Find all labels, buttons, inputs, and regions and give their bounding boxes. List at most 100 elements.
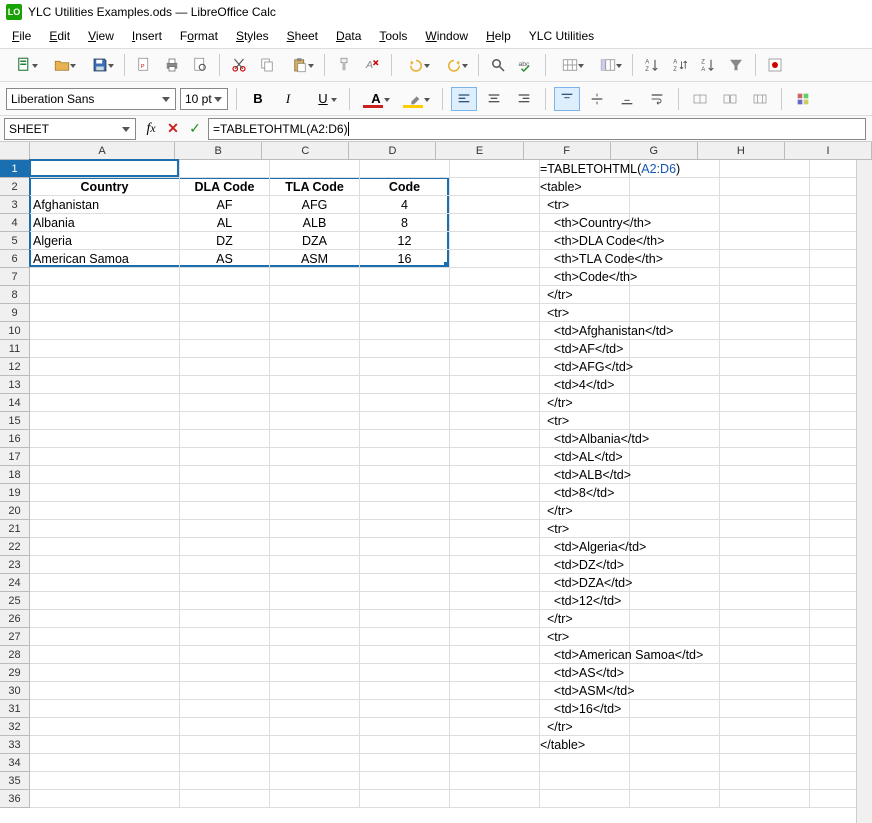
split-button[interactable] bbox=[747, 87, 773, 111]
highlight-button[interactable] bbox=[398, 87, 434, 111]
data-cell[interactable]: 8 bbox=[360, 214, 450, 232]
row-header-8[interactable]: 8 bbox=[0, 286, 30, 304]
menu-ylc-utilities[interactable]: YLC Utilities bbox=[521, 26, 602, 46]
row-header-1[interactable]: 1 bbox=[0, 160, 30, 178]
accept-button[interactable]: ✓ bbox=[184, 118, 206, 140]
cells-area[interactable]: CountryDLA CodeTLA CodeCode Afghanistan AF… bbox=[30, 160, 872, 823]
data-cell[interactable]: ASM bbox=[270, 250, 360, 268]
col-header-A[interactable]: A bbox=[30, 142, 175, 160]
data-cell[interactable]: DZA bbox=[270, 232, 360, 250]
row-button[interactable] bbox=[552, 52, 588, 78]
row-header-7[interactable]: 7 bbox=[0, 268, 30, 286]
styles-button[interactable] bbox=[790, 87, 816, 111]
font-name-select[interactable]: Liberation Sans bbox=[6, 88, 176, 110]
row-header-16[interactable]: 16 bbox=[0, 430, 30, 448]
menu-format[interactable]: Format bbox=[172, 26, 226, 46]
autofilter-button[interactable] bbox=[723, 52, 749, 78]
vertical-scrollbar[interactable] bbox=[856, 160, 872, 823]
export-pdf-button[interactable]: P bbox=[131, 52, 157, 78]
font-size-select[interactable]: 10 pt bbox=[180, 88, 228, 110]
header-cell[interactable]: TLA Code bbox=[270, 178, 360, 196]
bold-button[interactable]: B bbox=[245, 87, 271, 111]
header-cell[interactable]: Country bbox=[30, 178, 180, 196]
name-box[interactable]: SHEET bbox=[4, 118, 136, 140]
row-header-13[interactable]: 13 bbox=[0, 376, 30, 394]
row-header-17[interactable]: 17 bbox=[0, 448, 30, 466]
row-header-26[interactable]: 26 bbox=[0, 610, 30, 628]
data-cell[interactable]: AS bbox=[180, 250, 270, 268]
row-header-30[interactable]: 30 bbox=[0, 682, 30, 700]
paste-button[interactable] bbox=[282, 52, 318, 78]
menu-data[interactable]: Data bbox=[328, 26, 369, 46]
row-header-12[interactable]: 12 bbox=[0, 358, 30, 376]
row-header-10[interactable]: 10 bbox=[0, 322, 30, 340]
row-header-2[interactable]: 2 bbox=[0, 178, 30, 196]
cancel-button[interactable]: ✕ bbox=[162, 118, 184, 140]
data-cell[interactable]: Albania bbox=[30, 214, 180, 232]
row-header-9[interactable]: 9 bbox=[0, 304, 30, 322]
col-header-E[interactable]: E bbox=[436, 142, 523, 160]
header-cell[interactable]: DLA Code bbox=[180, 178, 270, 196]
row-header-11[interactable]: 11 bbox=[0, 340, 30, 358]
data-cell[interactable]: ALB bbox=[270, 214, 360, 232]
data-cell[interactable]: 4 bbox=[360, 196, 450, 214]
row-header-35[interactable]: 35 bbox=[0, 772, 30, 790]
sort-asc-button[interactable]: AZ bbox=[639, 52, 665, 78]
menu-help[interactable]: Help bbox=[478, 26, 519, 46]
function-wizard-button[interactable]: fx bbox=[140, 118, 162, 140]
save-button[interactable] bbox=[82, 52, 118, 78]
row-header-24[interactable]: 24 bbox=[0, 574, 30, 592]
align-bottom-button[interactable] bbox=[614, 87, 640, 111]
align-top-button[interactable] bbox=[554, 87, 580, 111]
unmerge-button[interactable] bbox=[717, 87, 743, 111]
row-header-25[interactable]: 25 bbox=[0, 592, 30, 610]
row-header-23[interactable]: 23 bbox=[0, 556, 30, 574]
row-header-32[interactable]: 32 bbox=[0, 718, 30, 736]
row-header-29[interactable]: 29 bbox=[0, 664, 30, 682]
italic-button[interactable]: I bbox=[275, 87, 301, 111]
row-header-20[interactable]: 20 bbox=[0, 502, 30, 520]
clone-formatting-button[interactable] bbox=[331, 52, 357, 78]
row-header-18[interactable]: 18 bbox=[0, 466, 30, 484]
menu-file[interactable]: File bbox=[4, 26, 39, 46]
row-header-36[interactable]: 36 bbox=[0, 790, 30, 808]
data-cell[interactable]: Afghanistan bbox=[30, 196, 180, 214]
underline-button[interactable]: U bbox=[305, 87, 341, 111]
data-cell[interactable]: 12 bbox=[360, 232, 450, 250]
sort-desc-button[interactable]: ZA bbox=[695, 52, 721, 78]
col-header-C[interactable]: C bbox=[262, 142, 349, 160]
row-header-28[interactable]: 28 bbox=[0, 646, 30, 664]
col-header-G[interactable]: G bbox=[611, 142, 698, 160]
clear-formatting-button[interactable]: A bbox=[359, 52, 385, 78]
col-header-D[interactable]: D bbox=[349, 142, 436, 160]
row-header-27[interactable]: 27 bbox=[0, 628, 30, 646]
formula-input[interactable]: =TABLETOHTML(A2:D6) bbox=[208, 118, 866, 140]
redo-button[interactable] bbox=[436, 52, 472, 78]
data-cell[interactable]: 16 bbox=[360, 250, 450, 268]
row-header-6[interactable]: 6 bbox=[0, 250, 30, 268]
font-color-button[interactable]: A bbox=[358, 87, 394, 111]
column-headers[interactable]: ABCDEFGHI bbox=[30, 142, 872, 160]
data-cell[interactable]: AFG bbox=[270, 196, 360, 214]
row-header-15[interactable]: 15 bbox=[0, 412, 30, 430]
data-cell[interactable]: AL bbox=[180, 214, 270, 232]
menu-window[interactable]: Window bbox=[417, 26, 476, 46]
menu-styles[interactable]: Styles bbox=[228, 26, 277, 46]
row-headers[interactable]: 1234567891011121314151617181920212223242… bbox=[0, 160, 30, 808]
row-header-21[interactable]: 21 bbox=[0, 520, 30, 538]
col-header-B[interactable]: B bbox=[175, 142, 262, 160]
menu-insert[interactable]: Insert bbox=[124, 26, 170, 46]
spreadsheet-grid[interactable]: ABCDEFGHI 123456789101112131415161718192… bbox=[0, 142, 872, 823]
col-header-I[interactable]: I bbox=[785, 142, 872, 160]
print-preview-button[interactable] bbox=[187, 52, 213, 78]
data-cell[interactable]: Algeria bbox=[30, 232, 180, 250]
data-cell[interactable]: American Samoa bbox=[30, 250, 180, 268]
menu-view[interactable]: View bbox=[80, 26, 122, 46]
header-cell[interactable]: Code bbox=[360, 178, 450, 196]
row-header-19[interactable]: 19 bbox=[0, 484, 30, 502]
new-button[interactable] bbox=[6, 52, 42, 78]
menu-tools[interactable]: Tools bbox=[371, 26, 415, 46]
open-button[interactable] bbox=[44, 52, 80, 78]
row-header-4[interactable]: 4 bbox=[0, 214, 30, 232]
col-header-H[interactable]: H bbox=[698, 142, 785, 160]
